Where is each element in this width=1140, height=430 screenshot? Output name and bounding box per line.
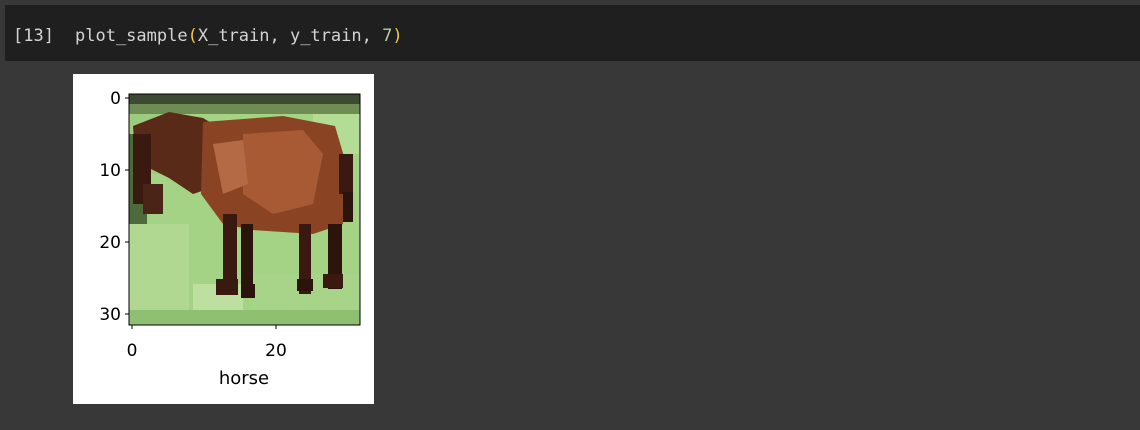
sample-image <box>128 93 361 326</box>
code-number-literal: 7 <box>382 26 393 46</box>
code-function-name: plot_sample <box>75 26 188 46</box>
output-figure: 0 10 20 30 0 20 horse <box>73 74 374 404</box>
y-tick-label-30: 30 <box>99 305 121 325</box>
code-open-paren: ( <box>187 26 198 46</box>
execution-count: [13] <box>13 26 54 46</box>
code-close-paren: ) <box>392 26 403 46</box>
image-class-label: horse <box>219 368 269 389</box>
code-cell[interactable]: [13] plot_sample(X_train, y_train, 7) <box>5 5 1140 61</box>
code-line[interactable]: plot_sample(X_train, y_train, 7) <box>75 25 403 47</box>
x-tick-label-0: 0 <box>127 341 138 361</box>
code-args: X_train, y_train, <box>197 26 383 46</box>
y-tick-label-20: 20 <box>99 233 121 253</box>
y-tick-label-10: 10 <box>99 161 121 181</box>
y-tick-label-0: 0 <box>110 89 121 109</box>
cell-output: 0 10 20 30 0 20 horse <box>73 74 374 404</box>
x-tick-label-20: 20 <box>265 341 287 361</box>
notebook: [13] plot_sample(X_train, y_train, 7) 0 … <box>0 0 1140 430</box>
